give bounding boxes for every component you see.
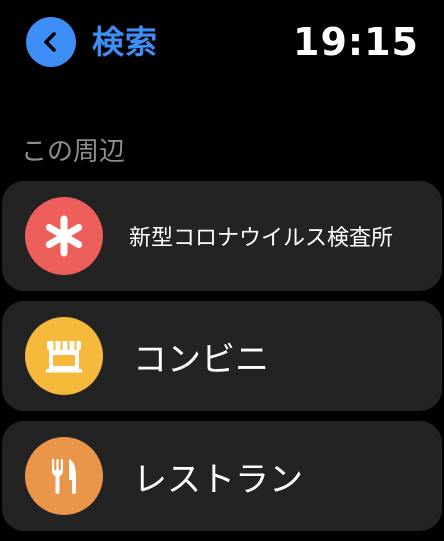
covid-testing-icon-circle [25, 197, 103, 275]
back-label[interactable]: 検索 [92, 17, 158, 67]
list-item-convenience-store[interactable]: コンビニ [2, 301, 442, 411]
store-icon [46, 341, 82, 373]
restaurant-icon-circle [25, 437, 103, 515]
top-bar: 検索 19:15 [0, 0, 444, 86]
list-item-restaurant[interactable]: レストラン [2, 421, 442, 531]
chevron-left-icon [44, 32, 56, 52]
section-title: この周辺 [21, 137, 126, 167]
fork-knife-icon [52, 459, 76, 494]
list-item-label: レストラン [133, 459, 303, 500]
list-item-covid-testing[interactable]: 新型コロナウイルス検査所 [2, 181, 442, 291]
clock: 19:15 [293, 20, 419, 64]
asterisk-icon [45, 215, 83, 257]
category-list: 新型コロナウイルス検査所 コンビニ レストラン [2, 181, 442, 541]
convenience-store-icon-circle [25, 317, 103, 395]
list-item-label: コンビニ [133, 339, 269, 380]
back-circle[interactable] [26, 17, 76, 67]
list-item-label: 新型コロナウイルス検査所 [129, 226, 394, 251]
back-button[interactable]: 検索 [26, 17, 158, 67]
